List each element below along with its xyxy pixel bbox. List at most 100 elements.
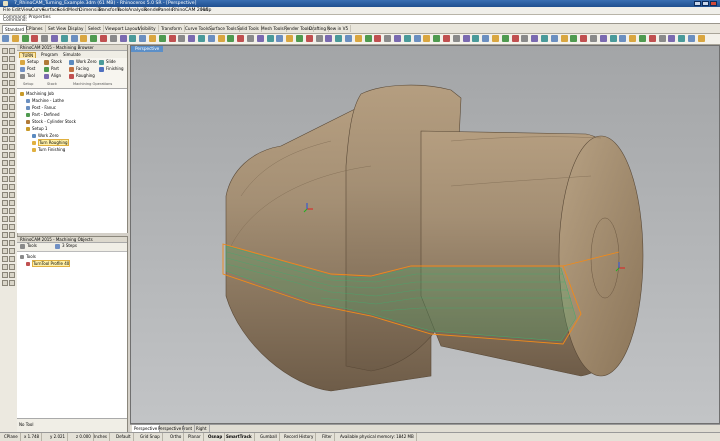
side-tool-button[interactable] xyxy=(9,64,15,70)
side-tool-button[interactable] xyxy=(2,216,8,222)
menu-panels[interactable]: Panels xyxy=(158,7,173,14)
side-tool-button[interactable] xyxy=(9,136,15,142)
toolbar-button[interactable] xyxy=(384,35,392,42)
side-tool-button[interactable] xyxy=(9,224,15,230)
part-model[interactable] xyxy=(131,46,720,424)
side-tool-button[interactable] xyxy=(2,200,8,206)
side-tool-button[interactable] xyxy=(2,208,8,214)
tab-select[interactable]: Select xyxy=(86,25,104,32)
toolbar-button[interactable] xyxy=(697,35,705,42)
tab-front[interactable]: Front xyxy=(180,425,196,432)
side-tool-button[interactable] xyxy=(9,104,15,110)
tree-node[interactable]: Post - Fanuc xyxy=(26,105,56,111)
toolbar-button[interactable] xyxy=(413,35,421,42)
toolbar-button[interactable] xyxy=(433,35,441,42)
side-tool-button[interactable] xyxy=(9,160,15,166)
side-tool-button[interactable] xyxy=(9,208,15,214)
toolbar-button[interactable] xyxy=(21,35,29,42)
command-prompt[interactable]: Command: xyxy=(3,18,27,23)
toolbar-button[interactable] xyxy=(423,35,431,42)
toolbar-button[interactable] xyxy=(129,35,137,42)
toolbar-button[interactable] xyxy=(296,35,303,42)
toolbar-button[interactable] xyxy=(237,35,245,42)
tree-node[interactable]: Stock - Cylinder Stock xyxy=(26,119,76,125)
toolbar-button[interactable] xyxy=(443,35,450,42)
toolbar-button[interactable] xyxy=(158,35,166,42)
side-tool-button[interactable] xyxy=(9,96,15,102)
tree-node[interactable]: Machine - Lathe xyxy=(26,98,64,104)
toolbar-button[interactable] xyxy=(286,35,294,42)
side-tool-button[interactable] xyxy=(2,96,8,102)
toolbar-button[interactable] xyxy=(550,35,558,42)
toolbar-button[interactable] xyxy=(11,35,19,42)
tree-node[interactable]: Setup 1 xyxy=(26,126,47,132)
toolbar-button[interactable] xyxy=(109,35,117,42)
toolbar-button[interactable] xyxy=(80,35,88,42)
toolbar-button[interactable] xyxy=(149,35,156,42)
toolbar-button[interactable] xyxy=(41,35,49,42)
toolbar-button[interactable] xyxy=(472,35,480,42)
side-tool-button[interactable] xyxy=(9,80,15,86)
toolbar-button[interactable] xyxy=(227,35,235,42)
ribbon-tool[interactable]: Tool xyxy=(27,73,35,79)
toolbar-button[interactable] xyxy=(31,35,39,42)
toolbar-button[interactable] xyxy=(2,35,9,42)
toolbar-button[interactable] xyxy=(394,35,401,42)
side-tool-button[interactable] xyxy=(2,112,8,118)
ribbon-slide[interactable]: Slide xyxy=(106,59,116,65)
side-tool-button[interactable] xyxy=(2,88,8,94)
tree-node[interactable]: Turn Finishing xyxy=(32,147,65,153)
side-tool-button[interactable] xyxy=(2,120,8,126)
toolbar-button[interactable] xyxy=(403,35,411,42)
side-tool-button[interactable] xyxy=(2,240,8,246)
toolbar-button[interactable] xyxy=(119,35,127,42)
tab-right[interactable]: Right xyxy=(194,425,210,432)
ribbon-setup[interactable]: Setup xyxy=(27,59,39,65)
side-tool-button[interactable] xyxy=(2,272,8,278)
toolbar-button[interactable] xyxy=(570,35,578,42)
toolbar-button[interactable] xyxy=(70,35,78,42)
tab-new-in-v5[interactable]: New in V5 xyxy=(325,25,352,32)
side-tool-button[interactable] xyxy=(2,128,8,134)
toolbar-button[interactable] xyxy=(266,35,274,42)
side-tool-button[interactable] xyxy=(9,240,15,246)
side-tool-button[interactable] xyxy=(9,216,15,222)
toolbar-button[interactable] xyxy=(531,35,539,42)
toolbar-button[interactable] xyxy=(364,35,372,42)
tab-visibility[interactable]: Visibility xyxy=(136,25,159,32)
objects-tab-steps[interactable]: 3 Steps xyxy=(62,243,77,249)
side-tool-button[interactable] xyxy=(2,136,8,142)
toolbar-button[interactable] xyxy=(374,35,382,42)
toolbar-button[interactable] xyxy=(207,35,215,42)
toolbar-button[interactable] xyxy=(90,35,98,42)
tab-display[interactable]: Display xyxy=(66,25,87,32)
toolbar-button[interactable] xyxy=(100,35,107,42)
side-tool-button[interactable] xyxy=(2,184,8,190)
side-tool-button[interactable] xyxy=(2,256,8,262)
side-tool-button[interactable] xyxy=(2,56,8,62)
toolbar-button[interactable] xyxy=(658,35,666,42)
side-tool-button[interactable] xyxy=(9,256,15,262)
ribbon-roughing[interactable]: Roughing xyxy=(76,73,95,79)
side-tool-button[interactable] xyxy=(2,48,8,54)
perspective-viewport[interactable]: Perspective xyxy=(130,45,720,424)
side-tool-button[interactable] xyxy=(9,280,15,286)
toolbar-button[interactable] xyxy=(217,35,225,42)
side-tool-button[interactable] xyxy=(9,48,15,54)
side-tool-button[interactable] xyxy=(2,232,8,238)
toolbar-button[interactable] xyxy=(609,35,617,42)
side-tool-button[interactable] xyxy=(2,104,8,110)
toolbar-button[interactable] xyxy=(139,35,147,42)
side-tool-button[interactable] xyxy=(9,88,15,94)
ribbon-post[interactable]: Post xyxy=(27,66,35,72)
toolbar-button[interactable] xyxy=(247,35,254,42)
toolbar-button[interactable] xyxy=(688,35,695,42)
toolbar-button[interactable] xyxy=(619,35,627,42)
side-tool-button[interactable] xyxy=(9,248,15,254)
toolbar-button[interactable] xyxy=(345,35,352,42)
objects-tab-tools[interactable]: Tools xyxy=(27,243,37,249)
toolbar-button[interactable] xyxy=(51,35,58,42)
side-tool-button[interactable] xyxy=(9,264,15,270)
toolbar-button[interactable] xyxy=(305,35,313,42)
tab-cplanes[interactable]: CPlanes xyxy=(24,25,46,32)
